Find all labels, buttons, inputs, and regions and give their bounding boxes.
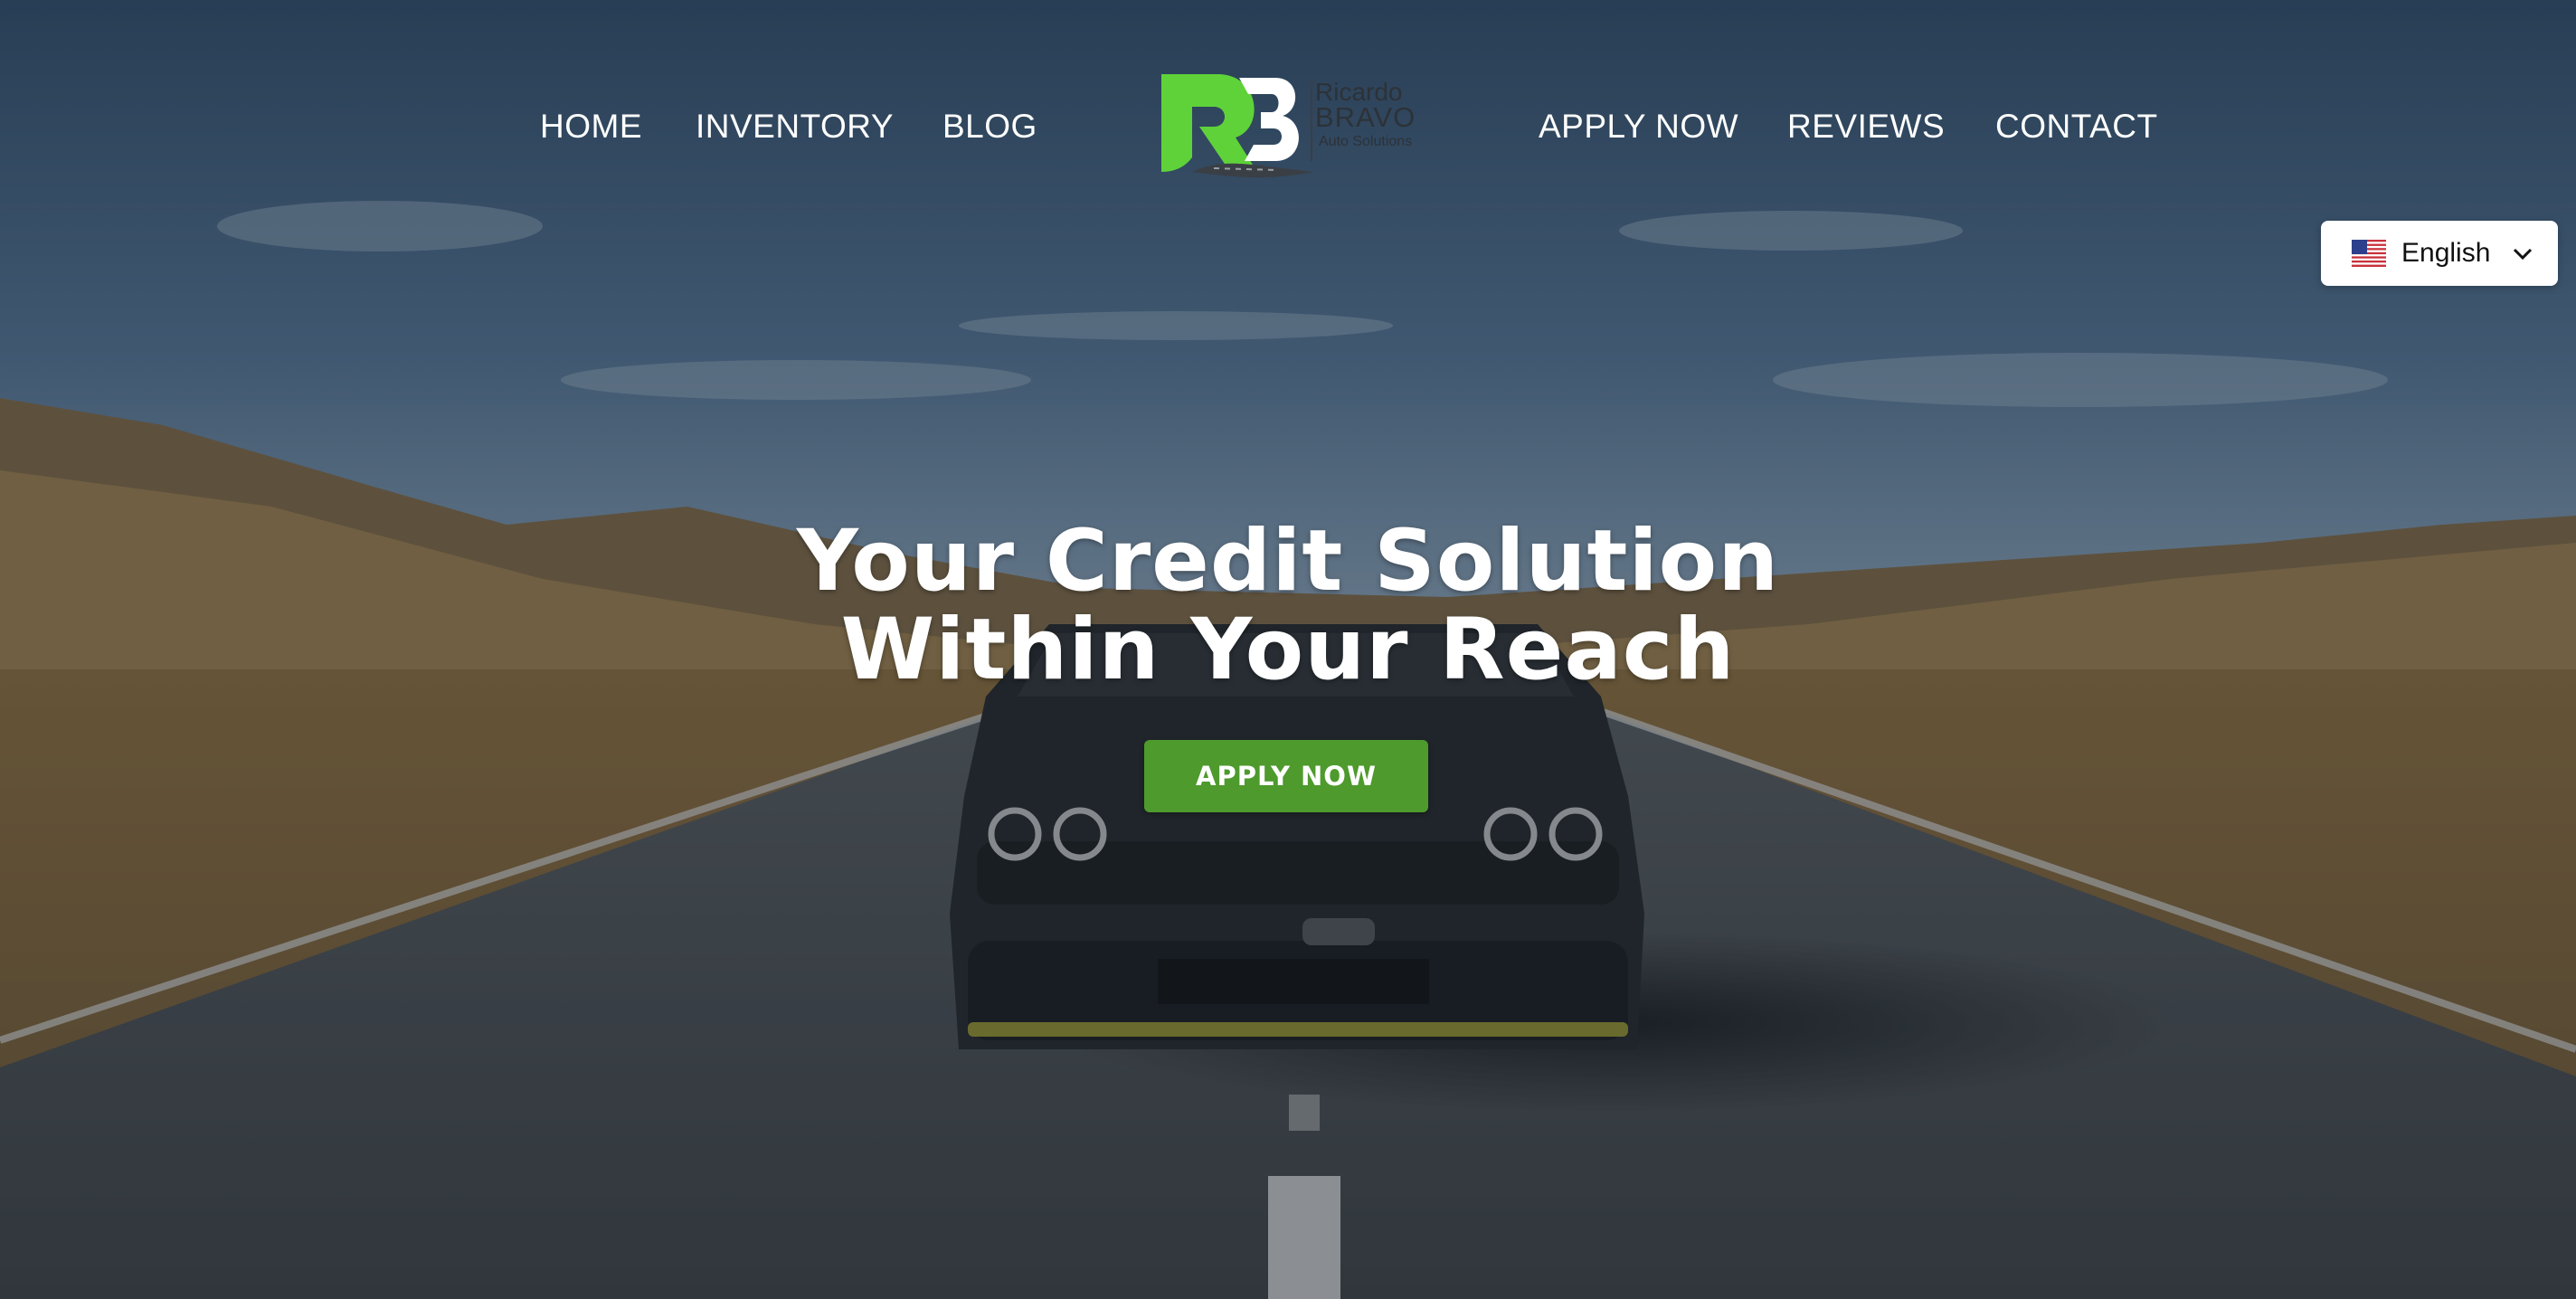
chevron-down-icon (2513, 248, 2533, 261)
logo-name-last: BRAVO (1315, 101, 1416, 133)
hero-headline-line-1: Your Credit Solution (796, 512, 1780, 611)
nav-blog[interactable]: BLOG (942, 101, 1037, 152)
language-label: English (2401, 238, 2491, 268)
hero-headline-line-2: Within Your Reach (840, 601, 1736, 699)
nav-home[interactable]: HOME (540, 101, 642, 152)
nav-reviews[interactable]: REVIEWS (1787, 101, 1945, 152)
apply-now-button[interactable]: APPLY NOW (1144, 740, 1428, 812)
nav-inventory[interactable]: INVENTORY (696, 101, 894, 152)
hero-headline: Your Credit Solution Within Your Reach (655, 517, 1921, 695)
language-selector[interactable]: English (2321, 221, 2558, 286)
logo[interactable]: Ricardo BRAVO Auto Solutions (1160, 71, 1415, 179)
us-flag-icon (2352, 240, 2386, 267)
nav-apply-now[interactable]: APPLY NOW (1539, 101, 1738, 152)
logo-tagline: Auto Solutions (1319, 134, 1413, 149)
nav-contact[interactable]: CONTACT (1995, 101, 2158, 152)
